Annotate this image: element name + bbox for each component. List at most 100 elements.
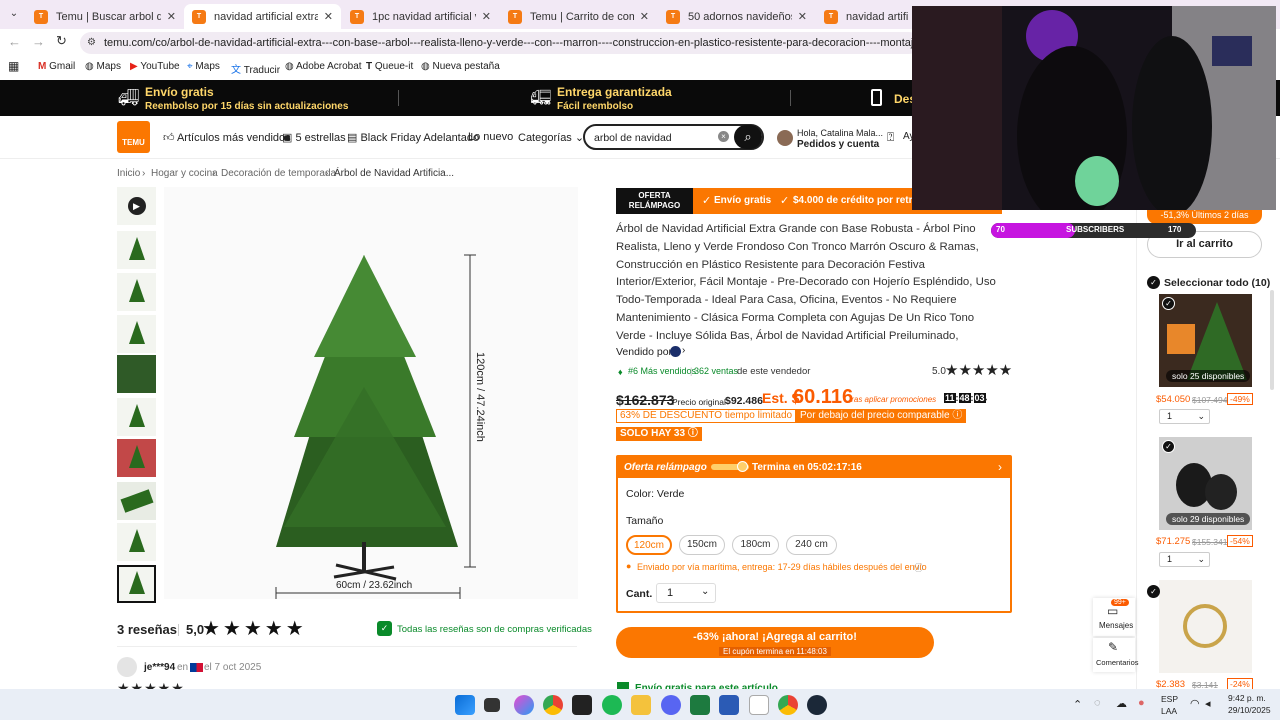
back-icon[interactable]: ← [8,34,21,49]
size-option-150[interactable]: 150cm [679,535,725,555]
cloud-icon[interactable]: ☁ [1116,697,1127,710]
spotify-icon[interactable] [602,695,622,715]
tab-close-icon[interactable]: ✕ [798,10,807,23]
breadcrumb-seasonal[interactable]: Decoración de temporada [221,168,336,179]
notepad-icon[interactable] [749,695,769,715]
site-info-icon[interactable]: ⚙ [87,32,96,54]
thumbnail[interactable] [117,398,156,436]
breadcrumb-home-kitchen[interactable]: Hogar y cocina [151,168,218,179]
tray-chevron-icon[interactable]: ⌃ [1073,698,1082,711]
bookmark-maps-2[interactable]: ⌖ Maps [187,61,220,72]
discord-icon[interactable] [661,695,681,715]
temu-logo[interactable]: TEMU [117,121,150,153]
tray-icon[interactable]: ◌ [1094,697,1101,709]
epic-games-icon[interactable] [572,695,592,715]
add-to-cart-button[interactable]: -63% ¡ahora! ¡Agrega al carrito! El cupó… [616,627,934,658]
bookmark-queueit[interactable]: T Queue-it [366,61,413,72]
bookmark-youtube[interactable]: ▶ YouTube [130,61,180,72]
nav-bestsellers[interactable]: 👍︎ Artículos más vendidos [163,131,291,144]
qty-select[interactable]: 1 ⌄ [656,583,716,603]
chrome-icon-2[interactable] [778,695,798,715]
bookmark-maps[interactable]: ◍ Maps [85,61,121,72]
tab-close-icon[interactable]: ✕ [482,10,491,23]
comments-button[interactable]: ✎ Comentarios [1093,638,1139,672]
apps-grid-icon[interactable]: ▦ [8,59,19,73]
nav-categories[interactable]: Categorías ⌄ [518,131,584,144]
tab-close-icon[interactable]: ✕ [167,10,176,23]
forward-icon[interactable]: → [32,34,45,49]
clock-date[interactable]: 29/10/2025 [1228,705,1271,715]
select-all-checkbox[interactable]: ✓ [1147,276,1160,289]
language-layout[interactable]: LAA [1161,706,1177,716]
tab-6[interactable]: Tnavidad artificial folla [816,4,916,29]
chevron-right-icon[interactable]: › [682,345,685,356]
nav-new[interactable]: Lo nuevo [468,131,513,143]
search-button[interactable]: ⌕ [734,125,762,149]
help-icon[interactable]: ⓘ [914,561,923,574]
size-option-120[interactable]: 120cm [626,535,672,555]
product-main-image[interactable]: 120cm / 47.24inch 60cm / 23.62inch [164,187,578,599]
bookmark-translate[interactable]: 文 Traducir [231,61,280,76]
bestseller-rank[interactable]: #6 Más vendidos [628,366,696,376]
reviews-count[interactable]: 3 reseñas [117,622,177,637]
search-box[interactable]: arbol de navidad × ⌕ [583,124,764,150]
below-price-badge[interactable]: Por debajo del precio comparable ⓘ [796,409,967,423]
bookmark-gmail[interactable]: M Gmail [38,61,75,72]
thumbnail[interactable] [117,315,156,353]
bookmark-acrobat[interactable]: ◍ Adobe Acrobat [285,61,362,72]
excel-icon[interactable] [690,695,710,715]
folder-icon[interactable] [631,695,651,715]
volume-icon[interactable]: ◂ [1205,697,1211,710]
thumbnail-selected[interactable] [117,565,156,603]
nav-black-friday[interactable]: ▤ Black Friday Adelantado [347,131,479,144]
tab-1[interactable]: T Temu | Buscar arbol de navidad ✕ [26,4,184,29]
chevron-right-icon[interactable]: › [984,394,987,405]
microphone-icon[interactable]: ● [1138,697,1145,709]
thumbnail[interactable] [117,439,156,477]
item-checkbox[interactable]: ✓ [1147,585,1160,598]
tab-2[interactable]: Tnavidad artificial extra base - Te ✕ [184,4,341,29]
seller-logo-icon[interactable] [670,346,681,357]
search-input[interactable]: arbol de navidad [594,132,672,144]
copilot-icon[interactable] [514,695,534,715]
item-qty-select[interactable]: 1 ⌄ [1159,552,1210,567]
thumbnail[interactable] [117,273,156,311]
cart-item-image[interactable]: ✓ [1147,580,1252,673]
size-option-180[interactable]: 180cm [732,535,779,555]
bookmark-newtab[interactable]: ◍ Nueva pestaña [421,61,500,72]
scrollbar[interactable] [1270,290,1274,390]
tab-3[interactable]: T 1pc navidad artificial verde sop ✕ [342,4,499,29]
tab-close-icon[interactable]: ✕ [324,10,333,23]
item-checkbox[interactable]: ✓ [1162,297,1175,310]
chrome-icon[interactable] [543,695,563,715]
messages-button[interactable]: ▭ 99+ Mensajes [1093,598,1135,636]
thumbnail[interactable] [117,231,156,269]
url-field[interactable]: ⚙ temu.com/co/arbol-de-navidad-artificia… [80,32,920,54]
tab-close-icon[interactable]: ✕ [640,10,649,23]
size-option-240[interactable]: 240 cm [786,535,837,555]
item-checkbox[interactable]: ✓ [1162,440,1175,453]
tab-4[interactable]: T Temu | Carrito de compras ✕ [500,4,657,29]
clear-search-icon[interactable]: × [718,131,729,142]
language-indicator[interactable]: ESP [1161,694,1178,704]
thumbnail[interactable] [117,355,156,393]
thumbnail[interactable] [117,523,156,561]
file-manager-icon[interactable] [484,698,500,712]
tab-5[interactable]: T 50 adornos navideños bolas de ✕ [658,4,815,29]
cart-item-image[interactable]: ✓ solo 29 disponibles [1159,437,1252,530]
tab-list-chevron-icon[interactable]: ⌄ [6,6,22,22]
item-qty-select[interactable]: 1 ⌄ [1159,409,1210,424]
nav-five-stars[interactable]: ▣ 5 estrellas [282,131,346,144]
flash-sale-header[interactable]: Oferta relámpago Termina en 05:02:17:16 … [618,457,1010,478]
clock-time[interactable]: 9:42 p. m. [1228,693,1266,703]
wifi-icon[interactable]: ◠ [1190,697,1200,710]
cart-item-image[interactable]: ✓ solo 25 disponibles [1159,294,1252,387]
reload-icon[interactable]: ↻ [56,33,67,49]
select-all-label[interactable]: Seleccionar todo (10) [1164,277,1270,289]
help-icon[interactable]: ⍰ [887,130,894,145]
chevron-right-icon[interactable]: › [998,460,1002,474]
windows-start-icon[interactable] [455,695,475,715]
breadcrumb-home[interactable]: Inicio [117,168,140,179]
steam-icon[interactable] [807,695,827,715]
word-icon[interactable] [719,695,739,715]
